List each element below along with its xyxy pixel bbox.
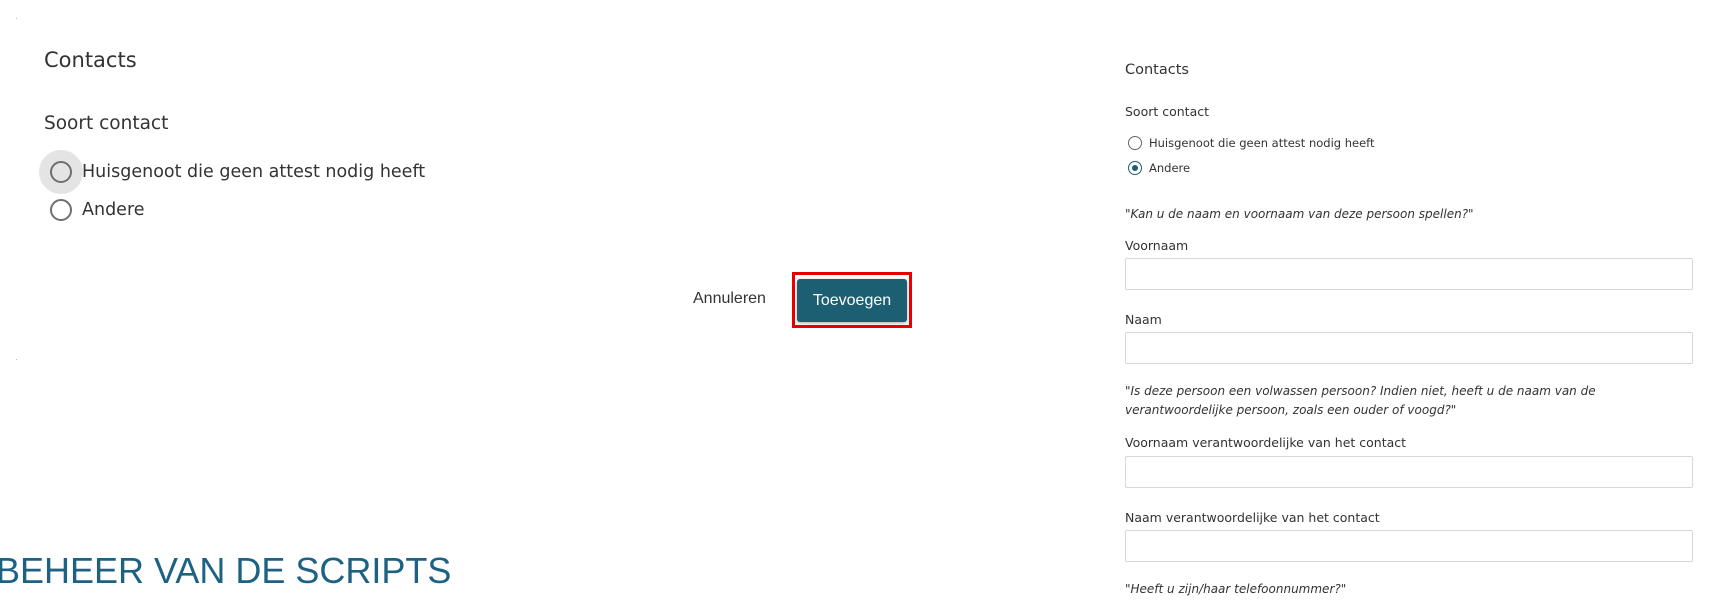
stray-dot [16, 18, 17, 19]
voornaam-verantwoordelijke-input[interactable] [1125, 456, 1693, 488]
section-heading: BEHEER VAN DE SCRIPTS [0, 550, 452, 591]
radio-label-housemate: Huisgenoot die geen attest nodig heeft [82, 162, 426, 182]
cancel-button[interactable]: Annuleren [693, 290, 766, 308]
label-naam: Naam [1125, 312, 1162, 327]
label-voornaam-verantwoordelijke: Voornaam verantwoordelijke van het conta… [1125, 435, 1407, 450]
stray-dot [16, 359, 17, 360]
form-radio-other[interactable]: Andere [1128, 161, 1190, 175]
label-voornaam: Voornaam [1125, 238, 1189, 253]
prompt-adult-check: "Is deze persoon een volwassen persoon? … [1125, 384, 1596, 417]
radio-option-housemate[interactable]: Huisgenoot die geen attest nodig heeft [39, 150, 426, 194]
radio-circle-icon[interactable] [50, 161, 72, 183]
form-radio-housemate[interactable]: Huisgenoot die geen attest nodig heeft [1128, 136, 1375, 150]
radio-unchecked-icon[interactable] [1128, 136, 1142, 150]
naam-verantwoordelijke-input[interactable] [1125, 530, 1693, 562]
form-radio-label-other: Andere [1149, 161, 1191, 175]
naam-input[interactable] [1125, 332, 1693, 364]
dialog-title: Contacts [44, 48, 137, 72]
prompt-spell-name: "Kan u de naam en voornaam van deze pers… [1125, 207, 1474, 221]
voornaam-input[interactable] [1125, 258, 1693, 290]
radio-checked-icon[interactable] [1128, 161, 1142, 175]
prompt-phone: "Heeft u zijn/haar telefoonnummer?" [1125, 582, 1347, 596]
contact-form-panel: Contacts Soort contact Huisgenoot die ge… [1125, 0, 1695, 610]
add-button[interactable]: Toevoegen [797, 279, 907, 322]
radio-circle-icon[interactable] [50, 199, 72, 221]
contact-type-label: Soort contact [44, 113, 169, 134]
radio-option-other[interactable]: Andere [49, 198, 145, 222]
radio-label-other: Andere [82, 200, 145, 220]
form-title: Contacts [1125, 62, 1189, 78]
form-radio-label-housemate: Huisgenoot die geen attest nodig heeft [1149, 136, 1375, 150]
form-contact-type-label: Soort contact [1125, 104, 1210, 119]
label-naam-verantwoordelijke: Naam verantwoordelijke van het contact [1125, 510, 1380, 525]
